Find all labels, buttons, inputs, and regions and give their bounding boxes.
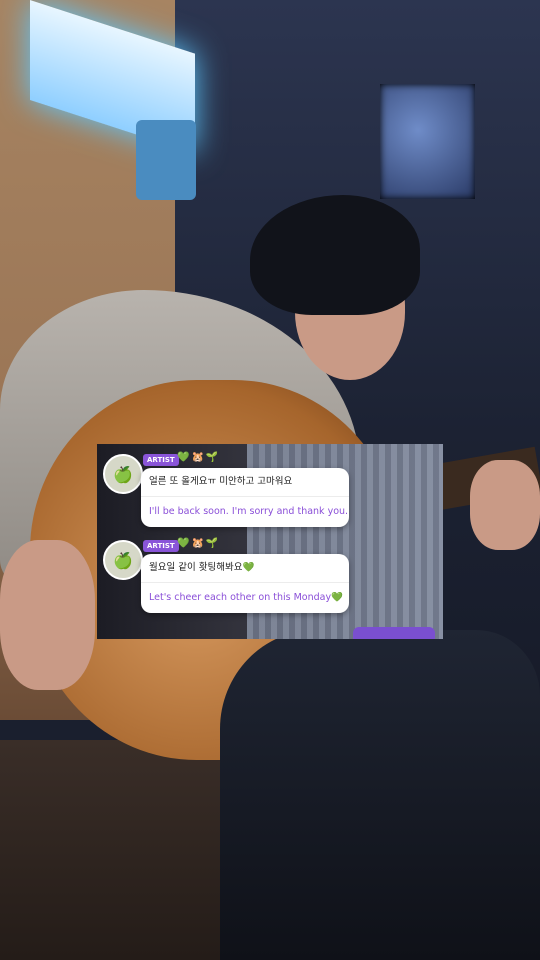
message-bubble: 얼른 또 올게요ㅠ 미안하고 고마워요 I'll be back soon. I… xyxy=(141,468,349,527)
korean-text: 얼른 또 올게요ㅠ 미안하고 고마워요 xyxy=(141,468,349,497)
apple-avatar-icon: 🍏 xyxy=(103,540,143,580)
artist-badge: ARTIST xyxy=(143,454,179,466)
emoji-row: 💚🐹🌱 xyxy=(177,452,221,463)
video-frame: 🍏 ARTIST 💚🐹🌱 얼른 또 올게요ㅠ 미안하고 고마워요 I'll be… xyxy=(0,0,540,960)
person-jeans xyxy=(220,630,540,960)
accent-bar xyxy=(353,627,435,639)
night-window xyxy=(380,84,475,199)
ac-pipe-box xyxy=(136,120,196,200)
right-hand xyxy=(470,460,540,550)
emoji-row: 💚🐹🌱 xyxy=(177,538,221,549)
chat-overlay: 🍏 ARTIST 💚🐹🌱 얼른 또 올게요ㅠ 미안하고 고마워요 I'll be… xyxy=(97,444,443,639)
artist-badge: ARTIST xyxy=(143,540,179,552)
apple-avatar-icon: 🍏 xyxy=(103,454,143,494)
left-hand xyxy=(0,540,95,690)
translation-text: I'll be back soon. I'm sorry and thank y… xyxy=(149,506,349,517)
korean-text: 월요일 같이 홧팅해봐요💚 xyxy=(141,554,349,583)
translation-text: Let's cheer each other on this Monday💚 xyxy=(149,592,343,603)
message-bubble: 월요일 같이 홧팅해봐요💚 Let's cheer each other on … xyxy=(141,554,349,613)
